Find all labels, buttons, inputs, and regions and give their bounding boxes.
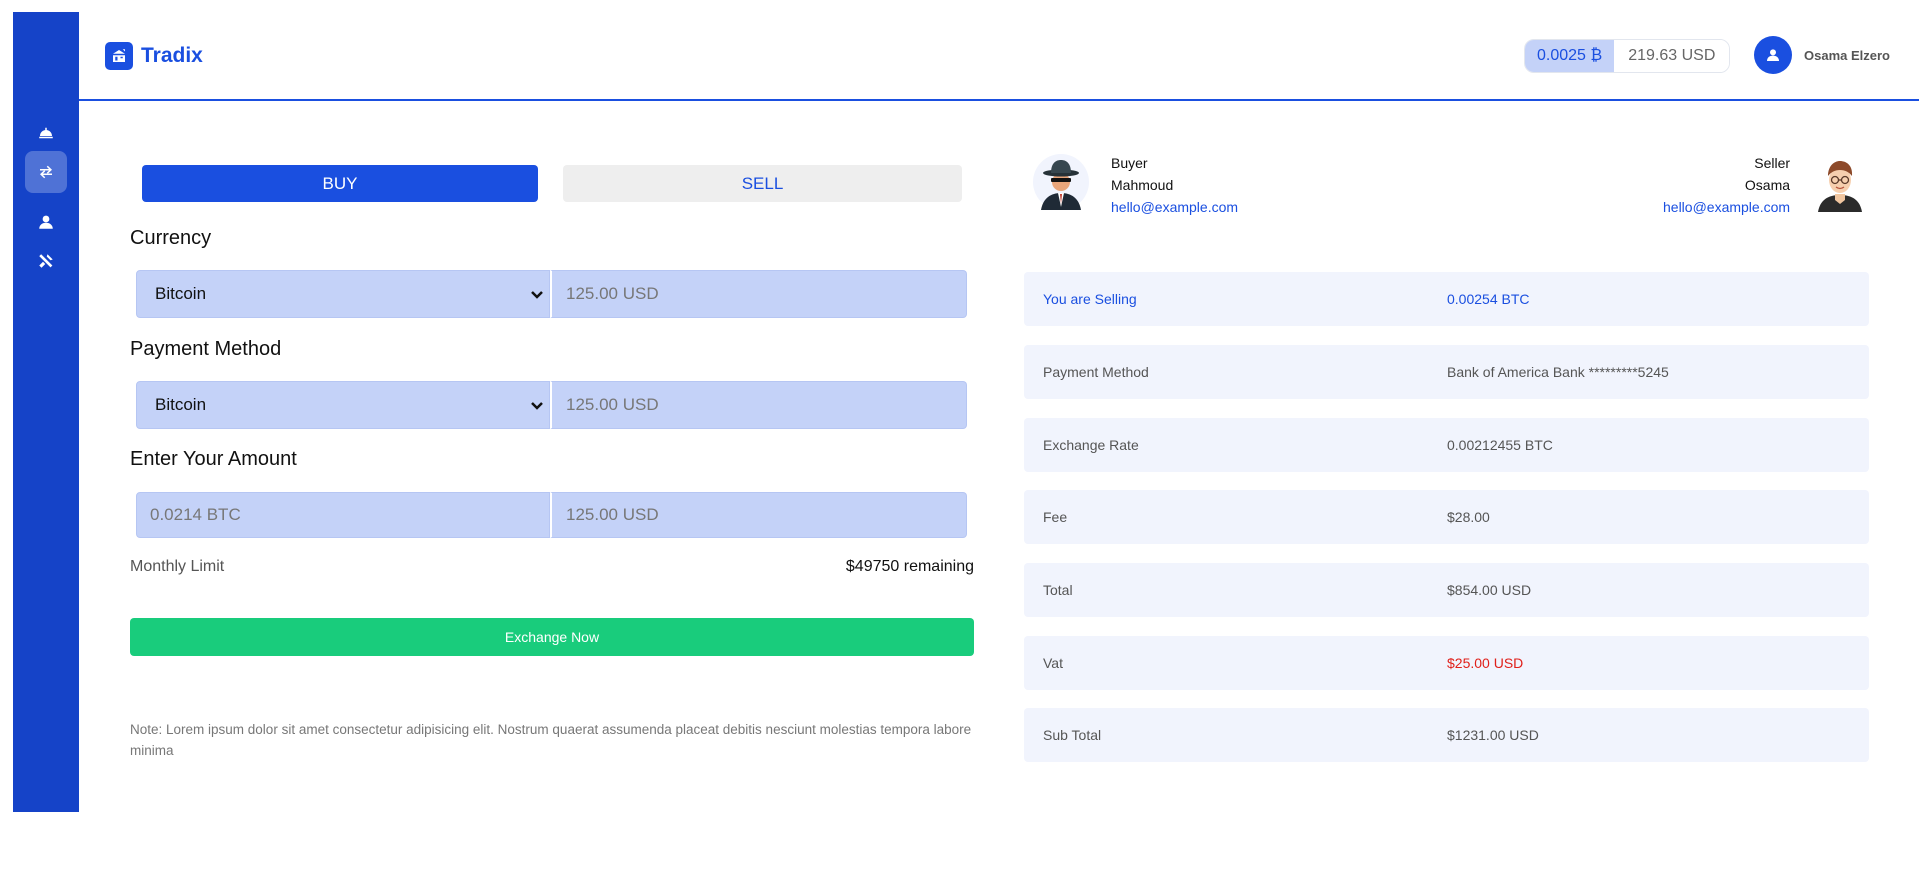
user-menu[interactable]: Osama Elzero	[1754, 36, 1890, 74]
seller-avatar	[1818, 161, 1863, 212]
seller-card: Seller Osama hello@example.com	[1663, 152, 1870, 218]
buyer-avatar	[1033, 154, 1089, 210]
buyer-email[interactable]: hello@example.com	[1111, 196, 1238, 218]
logo-icon	[105, 42, 133, 70]
amount-usd-input[interactable]: 125.00 USD	[550, 492, 967, 538]
summary-label: Payment Method	[1043, 364, 1149, 380]
amount-btc-input[interactable]: 0.0214 BTC	[136, 492, 550, 538]
summary-label: Vat	[1043, 655, 1063, 671]
currency-label: Currency	[130, 227, 212, 249]
monthly-limit-value: $49750 remaining	[845, 558, 974, 575]
helmet-icon[interactable]	[25, 112, 67, 154]
payment-select-value: Bitcoin	[155, 395, 207, 414]
currency-select[interactable]: Bitcoin	[136, 270, 550, 318]
tab-sell[interactable]: SELL	[563, 165, 962, 202]
summary-row-subtotal: Sub Total $1231.00 USD	[1024, 708, 1869, 762]
sidebar	[13, 12, 79, 812]
currency-row: Bitcoin 125.00 USD	[136, 270, 967, 318]
summary-value: $1231.00 USD	[1447, 727, 1539, 743]
balance-btc: 0.0025 ₿	[1525, 40, 1615, 72]
brand-logo[interactable]: Tradix	[105, 42, 203, 70]
currency-amount-input[interactable]: 125.00 USD	[550, 270, 967, 318]
buyer-info: Buyer Mahmoud hello@example.com	[1111, 152, 1238, 218]
top-header: Tradix 0.0025 ₿ 219.63 USD Osama Elzero	[79, 12, 1919, 101]
exchange-icon[interactable]	[25, 151, 67, 193]
buyer-role: Buyer	[1111, 155, 1148, 171]
avatar[interactable]	[1754, 36, 1792, 74]
tab-buy[interactable]: BUY	[142, 165, 538, 202]
wallet-balance[interactable]: 0.0025 ₿ 219.63 USD	[1524, 39, 1731, 73]
payment-method-select[interactable]: Bitcoin	[136, 381, 550, 429]
summary-value: $28.00	[1447, 509, 1490, 525]
seller-name: Osama	[1744, 177, 1791, 193]
summary-row-fee: Fee $28.00	[1024, 490, 1869, 544]
summary-label: Fee	[1043, 509, 1068, 525]
summary-label: You are Selling	[1043, 291, 1137, 307]
summary-value: Bank of America Bank *********5245	[1447, 364, 1669, 380]
summary-value: 0.00254 BTC	[1447, 291, 1530, 307]
summary-row-selling: You are Selling 0.00254 BTC	[1024, 272, 1869, 326]
monthly-limit-label: Monthly Limit	[130, 558, 225, 575]
user-avatar-icon	[1767, 49, 1779, 61]
summary-row-vat: Vat $25.00 USD	[1024, 636, 1869, 690]
buyer-card: Buyer Mahmoud hello@example.com	[1031, 152, 1238, 218]
seller-info: Seller Osama hello@example.com	[1663, 152, 1790, 218]
amount-label: Enter Your Amount	[130, 448, 297, 470]
payment-amount-input[interactable]: 125.00 USD	[550, 381, 967, 429]
summary-label: Sub Total	[1043, 727, 1102, 743]
amount-row: 0.0214 BTC 125.00 USD	[136, 492, 967, 538]
tools-icon[interactable]	[25, 240, 67, 282]
summary-value: $25.00 USD	[1447, 655, 1524, 671]
brand-name: Tradix	[141, 44, 203, 67]
seller-role: Seller	[1754, 155, 1791, 171]
summary-value: $854.00 USD	[1447, 582, 1532, 598]
payment-row: Bitcoin 125.00 USD	[136, 381, 967, 429]
currency-select-value: Bitcoin	[155, 284, 207, 303]
summary-label: Total	[1043, 582, 1073, 598]
note-text: Note: Lorem ipsum dolor sit amet consect…	[130, 722, 972, 758]
payment-method-label: Payment Method	[130, 338, 282, 360]
seller-email[interactable]: hello@example.com	[1663, 196, 1790, 218]
exchange-now-button[interactable]: Exchange Now	[130, 618, 974, 656]
summary-row-exchange-rate: Exchange Rate 0.00212455 BTC	[1024, 418, 1869, 472]
balance-usd: 219.63 USD	[1614, 40, 1730, 72]
user-name: Osama Elzero	[1804, 47, 1890, 63]
user-icon[interactable]	[25, 201, 67, 243]
summary-row-total: Total $854.00 USD	[1024, 563, 1869, 617]
summary-value: 0.00212455 BTC	[1447, 437, 1553, 453]
chevron-down-icon	[531, 402, 543, 410]
summary-label: Exchange Rate	[1043, 437, 1139, 453]
summary-row-payment-method: Payment Method Bank of America Bank ****…	[1024, 345, 1869, 399]
chevron-down-icon	[531, 291, 543, 299]
buyer-name: Mahmoud	[1111, 177, 1174, 193]
